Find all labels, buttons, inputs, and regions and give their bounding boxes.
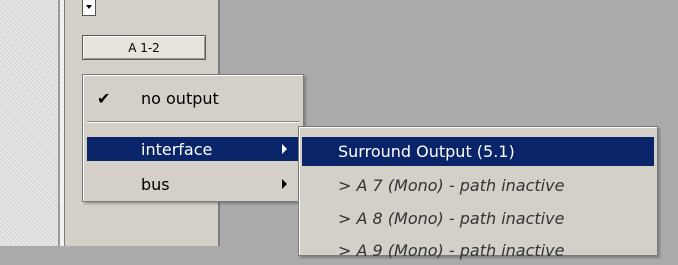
submenu-arrow-icon [282, 179, 287, 189]
menu-item-label: no output [141, 89, 219, 108]
checkmark-icon: ✔ [97, 89, 111, 108]
submenu-item-a7[interactable]: > A 7 (Mono) - path inactive [302, 171, 654, 200]
chevron-down-icon[interactable] [82, 0, 96, 16]
submenu-item-label: Surround Output (5.1) [338, 142, 515, 161]
submenu-item-a9[interactable]: > A 9 (Mono) - path inactive [302, 236, 654, 265]
output-selector-label: A 1-2 [128, 40, 160, 55]
submenu-item-a8[interactable]: > A 8 (Mono) - path inactive [302, 204, 654, 233]
output-selector-button[interactable]: A 1-2 [82, 35, 206, 60]
interface-submenu: Surround Output (5.1) > A 7 (Mono) - pat… [298, 126, 658, 260]
submenu-item-surround-output[interactable]: Surround Output (5.1) [302, 137, 654, 166]
menu-item-bus[interactable]: bus [87, 172, 299, 196]
menu-item-label: bus [141, 175, 170, 194]
textured-panel [0, 0, 58, 246]
submenu-item-label: > A 8 (Mono) - path inactive [338, 209, 565, 228]
submenu-item-label: > A 9 (Mono) - path inactive [338, 241, 565, 260]
menu-item-no-output[interactable]: ✔ no output [87, 86, 299, 110]
menu-separator [87, 121, 299, 123]
output-context-menu: ✔ no output interface bus [82, 74, 304, 202]
submenu-item-label: > A 7 (Mono) - path inactive [338, 176, 565, 195]
menu-item-label: interface [141, 140, 213, 159]
menu-item-interface[interactable]: interface [87, 137, 299, 161]
submenu-arrow-icon [282, 144, 287, 154]
